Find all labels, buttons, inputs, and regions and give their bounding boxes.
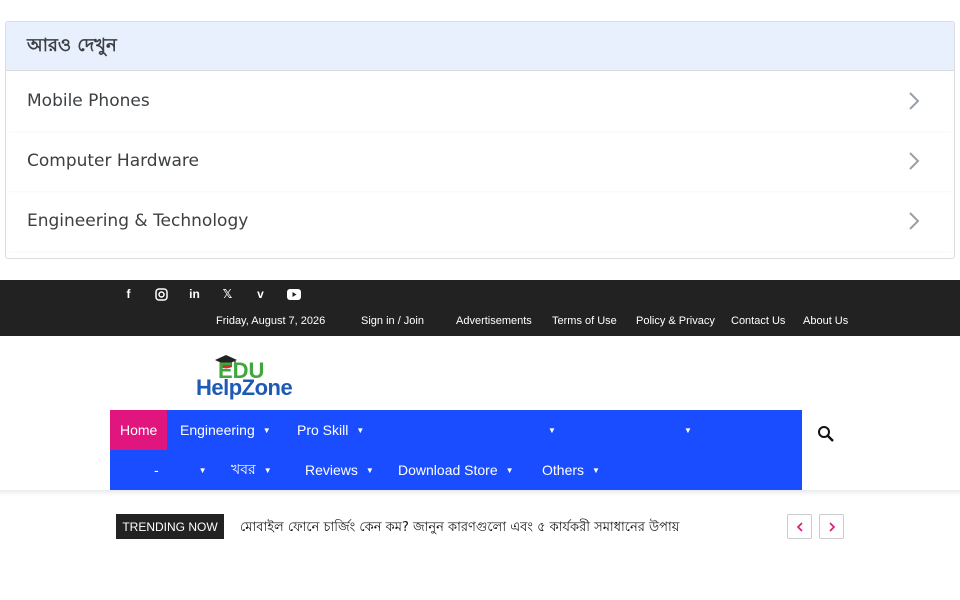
chevron-right-icon <box>904 211 924 231</box>
caret-down-icon: ▼ <box>505 465 514 475</box>
header-divider <box>0 490 960 496</box>
privacy-link[interactable]: Policy & Privacy <box>636 315 715 327</box>
see-more-header: আরও দেখুন <box>6 22 954 71</box>
caret-down-icon: ▼ <box>356 425 365 435</box>
chevron-right-icon <box>904 91 924 111</box>
menu-item-reviews[interactable]: Reviews ▼ <box>305 450 374 490</box>
caret-down-icon: ▼ <box>262 425 271 435</box>
trending-headline[interactable]: মোবাইল ফোনে চার্জিং কেন কম? জানুন কারণগু… <box>240 518 679 539</box>
linkedin-icon[interactable]: in <box>178 286 211 302</box>
trending-badge-label: TRENDING NOW <box>122 519 218 534</box>
menu-item-label: - <box>154 462 159 478</box>
menu-item-label: খবর <box>231 461 256 477</box>
terms-link[interactable]: Terms of Use <box>552 315 617 327</box>
menu-item-pro-skill[interactable]: Pro Skill ▼ <box>297 410 364 450</box>
site-logo[interactable]: EDU HelpZone <box>196 353 296 403</box>
caret-down-icon: ▼ <box>198 465 207 475</box>
menu-item-label: Home <box>120 422 158 438</box>
menu-item-others[interactable]: Others ▼ <box>542 450 600 490</box>
menu-item-news[interactable]: খবর ▼ <box>231 450 272 490</box>
trending-badge: TRENDING NOW <box>116 514 224 539</box>
menu-item-engineering[interactable]: Engineering ▼ <box>180 410 271 450</box>
menu-item-label: Pro Skill <box>297 422 349 438</box>
menu-item-download-store[interactable]: Download Store ▼ <box>398 450 514 490</box>
top-bar: f in 𝕏 v Friday, August 7, 2026 Sign in … <box>0 280 960 336</box>
see-more-item-label: Computer Hardware <box>27 151 199 171</box>
caret-down-icon: ▼ <box>263 465 272 475</box>
caret-down-icon: ▼ <box>365 465 374 475</box>
main-menu: Home Engineering ▼ Pro Skill ▼ ▼ ▼ - ▼ খবর ▼… <box>110 410 802 490</box>
trending-prev-button[interactable] <box>787 514 812 539</box>
menu-item-label: Reviews <box>305 462 358 478</box>
x-icon[interactable]: 𝕏 <box>211 286 244 302</box>
vimeo-icon[interactable]: v <box>244 286 277 302</box>
see-more-item-engineering-technology[interactable]: Engineering & Technology <box>6 191 954 251</box>
current-date: Friday, August 7, 2026 <box>216 315 326 327</box>
search-icon[interactable] <box>816 424 836 444</box>
chevron-right-icon <box>828 521 835 532</box>
advertisements-link[interactable]: Advertisements <box>456 315 532 327</box>
menu-item-label: Download Store <box>398 462 498 478</box>
menu-item-4[interactable]: ▼ <box>540 410 556 450</box>
see-more-item-label: Mobile Phones <box>27 91 150 111</box>
menu-item-5[interactable]: ▼ <box>676 410 692 450</box>
chevron-right-icon <box>904 151 924 171</box>
youtube-icon[interactable] <box>277 286 310 302</box>
menu-item-label: Engineering <box>180 422 255 438</box>
about-link[interactable]: About Us <box>803 315 848 327</box>
caret-down-icon: ▼ <box>548 425 556 435</box>
see-more-item-computer-hardware[interactable]: Computer Hardware <box>6 131 954 191</box>
sign-in-link[interactable]: Sign in / Join <box>361 315 424 327</box>
facebook-icon[interactable]: f <box>112 286 145 302</box>
contact-link[interactable]: Contact Us <box>731 315 785 327</box>
menu-item-label: Others <box>542 462 585 478</box>
menu-item-6[interactable]: - ▼ <box>154 450 207 490</box>
social-links: f in 𝕏 v <box>112 286 310 302</box>
see-more-title: আরও দেখুন <box>27 34 117 56</box>
caret-down-icon: ▼ <box>684 425 692 435</box>
see-more-item-mobile-phones[interactable]: Mobile Phones <box>6 71 954 131</box>
menu-item-home[interactable]: Home <box>110 410 168 450</box>
instagram-icon[interactable] <box>145 286 178 302</box>
see-more-item-label: Engineering & Technology <box>27 211 249 231</box>
logo-text-helpzone: HelpZone <box>196 375 293 400</box>
caret-down-icon: ▼ <box>592 465 600 475</box>
chevron-left-icon <box>796 521 803 532</box>
trending-next-button[interactable] <box>819 514 844 539</box>
see-more-card: আরও দেখুন Mobile Phones Computer Hardwar… <box>5 21 955 259</box>
